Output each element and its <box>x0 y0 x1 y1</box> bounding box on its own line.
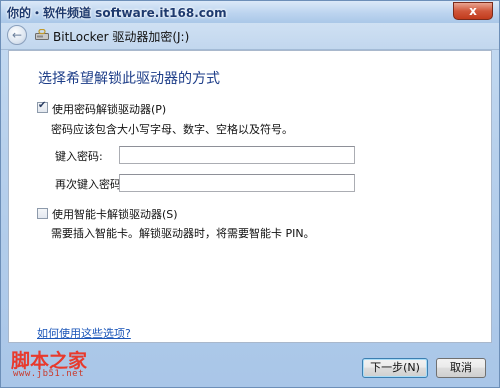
password-hint: 密码应该包含大小写字母、数字、空格以及符号。 <box>51 123 293 136</box>
title-bar[interactable]: 你的・软件频道 software.it168.com x <box>1 1 499 23</box>
content-pane: 选择希望解锁此驱动器的方式 使用密码解锁驱动器(P) 密码应该包含大小写字母、数… <box>8 50 492 343</box>
bitlocker-window: 你的・软件频道 software.it168.com x ← BitLocker… <box>0 0 500 388</box>
bitlocker-drive-icon <box>35 29 49 40</box>
smartcard-option-label[interactable]: 使用智能卡解锁驱动器(S) <box>52 206 178 222</box>
enter-password-label: 键入密码: <box>55 150 103 163</box>
enter-password-field[interactable] <box>119 146 355 164</box>
smartcard-checkbox[interactable] <box>37 208 48 219</box>
window-title: BitLocker 驱动器加密(J:) <box>53 30 190 44</box>
reenter-password-field[interactable] <box>119 174 355 192</box>
navigation-bar: ← BitLocker 驱动器加密(J:) <box>1 23 499 50</box>
site-url: www.jb51.net <box>13 369 85 379</box>
cancel-button[interactable]: 取消 <box>436 358 486 378</box>
watermark-text: 你的・软件频道 software.it168.com <box>7 6 227 20</box>
next-button[interactable]: 下一步(N) <box>362 358 428 378</box>
smartcard-hint: 需要插入智能卡。解锁驱动器时，将需要智能卡 PIN。 <box>51 227 315 240</box>
help-link[interactable]: 如何使用这些选项? <box>37 325 131 341</box>
page-heading: 选择希望解锁此驱动器的方式 <box>38 71 220 87</box>
password-option-label[interactable]: 使用密码解锁驱动器(P) <box>52 101 166 117</box>
close-button[interactable]: x <box>453 2 493 20</box>
back-button[interactable]: ← <box>7 25 27 45</box>
password-checkbox[interactable] <box>37 100 48 113</box>
reenter-password-label: 再次键入密码: <box>55 178 125 191</box>
